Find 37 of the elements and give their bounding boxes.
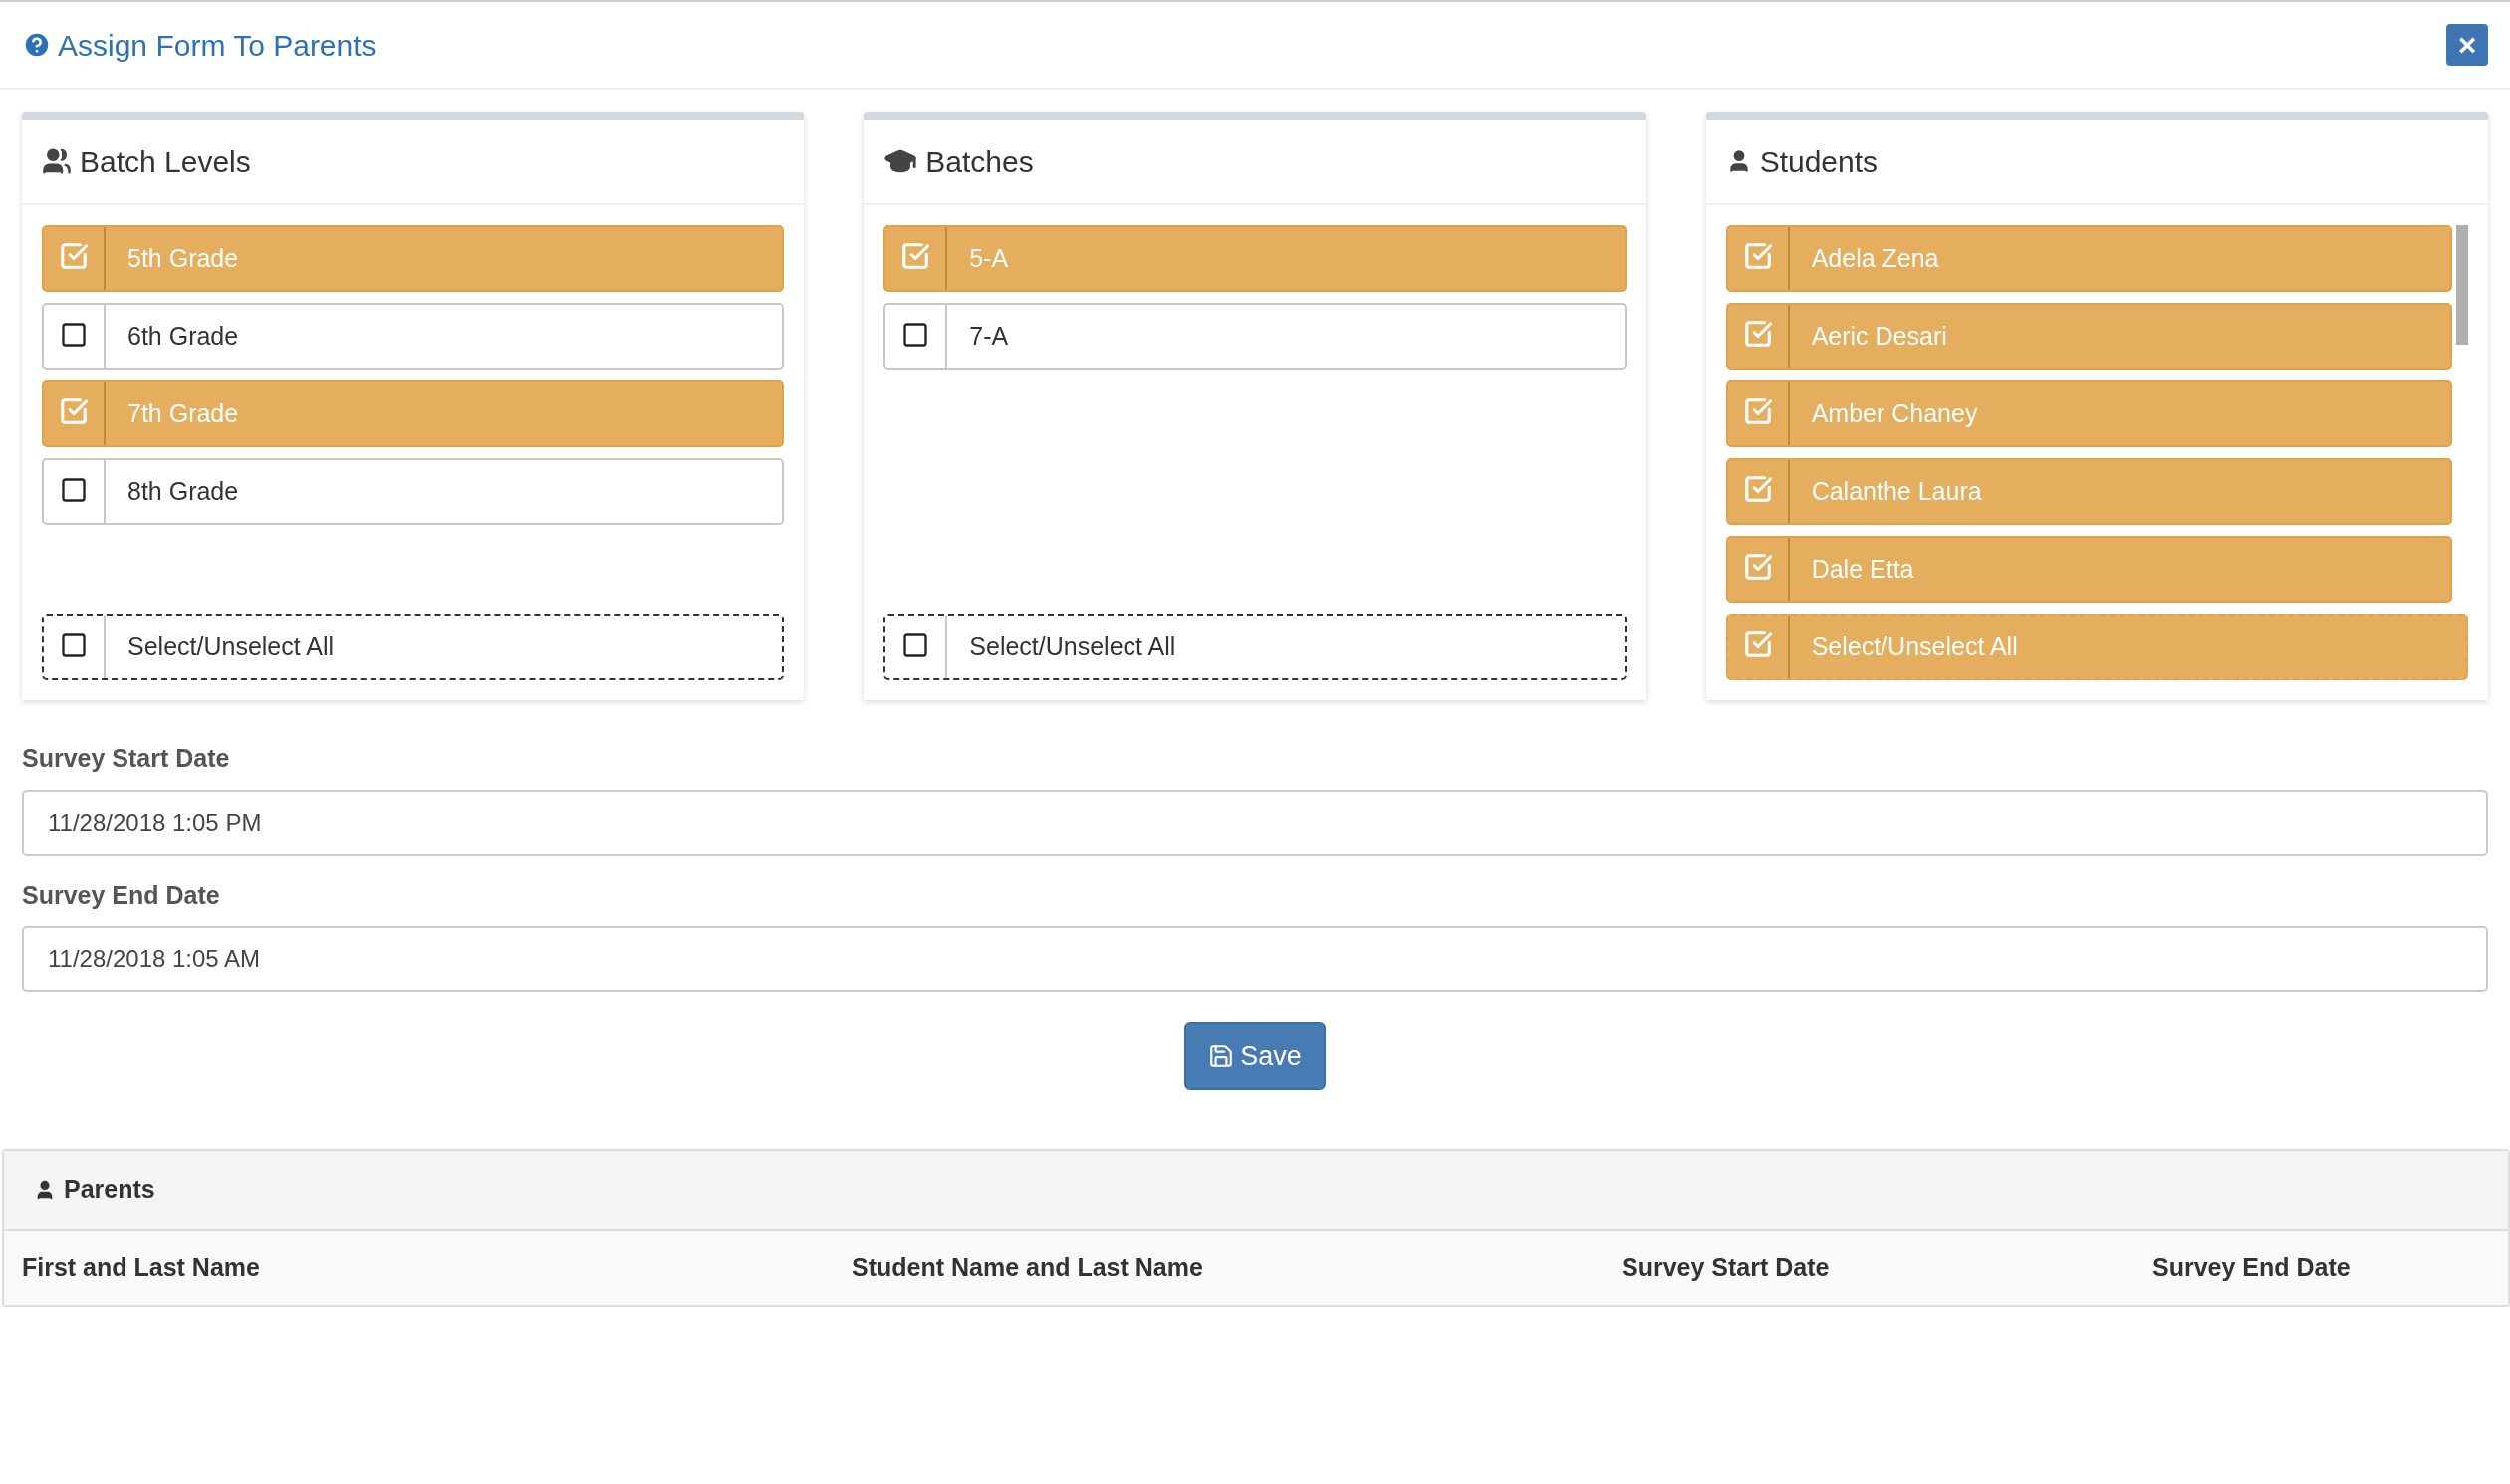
field-label: Survey Start Date — [22, 743, 231, 774]
help-icon — [22, 30, 52, 60]
checkbox-option[interactable]: 8th Grade — [42, 458, 785, 525]
panel-title: Batch Levels — [80, 143, 251, 180]
table-title: Parents — [64, 1174, 155, 1206]
empty-box-icon — [901, 320, 930, 349]
checked-box-icon — [1742, 318, 1773, 349]
checked-box-icon — [1742, 628, 1773, 659]
empty-box-icon — [60, 475, 88, 504]
column-header: Survey Start Date — [1622, 1252, 1831, 1284]
close-button[interactable]: × — [2446, 24, 2488, 66]
checkbox-option[interactable]: 6th Grade — [42, 303, 785, 370]
panel-title: Students — [1759, 143, 1879, 180]
checked-box-icon — [1742, 551, 1773, 582]
checked-box-icon — [1742, 395, 1773, 426]
scrollbar-thumb[interactable] — [2456, 225, 2468, 345]
checked-box-icon — [1742, 473, 1773, 504]
empty-box-icon — [60, 630, 88, 659]
checkbox-option[interactable]: 7-A — [883, 303, 1627, 370]
column-header: Survey End Date — [2152, 1252, 2352, 1284]
select-all-option[interactable]: Select/Unselect All — [883, 614, 1627, 680]
checked-box-icon — [900, 240, 931, 271]
checked-box-icon — [59, 240, 89, 271]
column-header: Student Name and Last Name — [852, 1252, 1204, 1284]
save-button[interactable]: Save — [1184, 1022, 1326, 1090]
panel-title: Batches — [925, 143, 1034, 180]
select-all-option[interactable]: Select/Unselect All — [42, 614, 785, 680]
checked-box-icon — [59, 395, 89, 426]
column-header: First and Last Name — [22, 1252, 261, 1284]
date-input-field[interactable]: 11/28/2018 1:05 AM — [22, 926, 2488, 992]
users-icon — [42, 146, 72, 176]
dialog-title: Assign Form To Parents — [58, 27, 376, 64]
field-label: Survey End Date — [22, 879, 221, 911]
checked-box-icon — [1742, 240, 1773, 271]
empty-box-icon — [901, 630, 930, 659]
empty-box-icon — [60, 320, 88, 349]
date-input-field[interactable]: 11/28/2018 1:05 PM — [22, 789, 2488, 856]
